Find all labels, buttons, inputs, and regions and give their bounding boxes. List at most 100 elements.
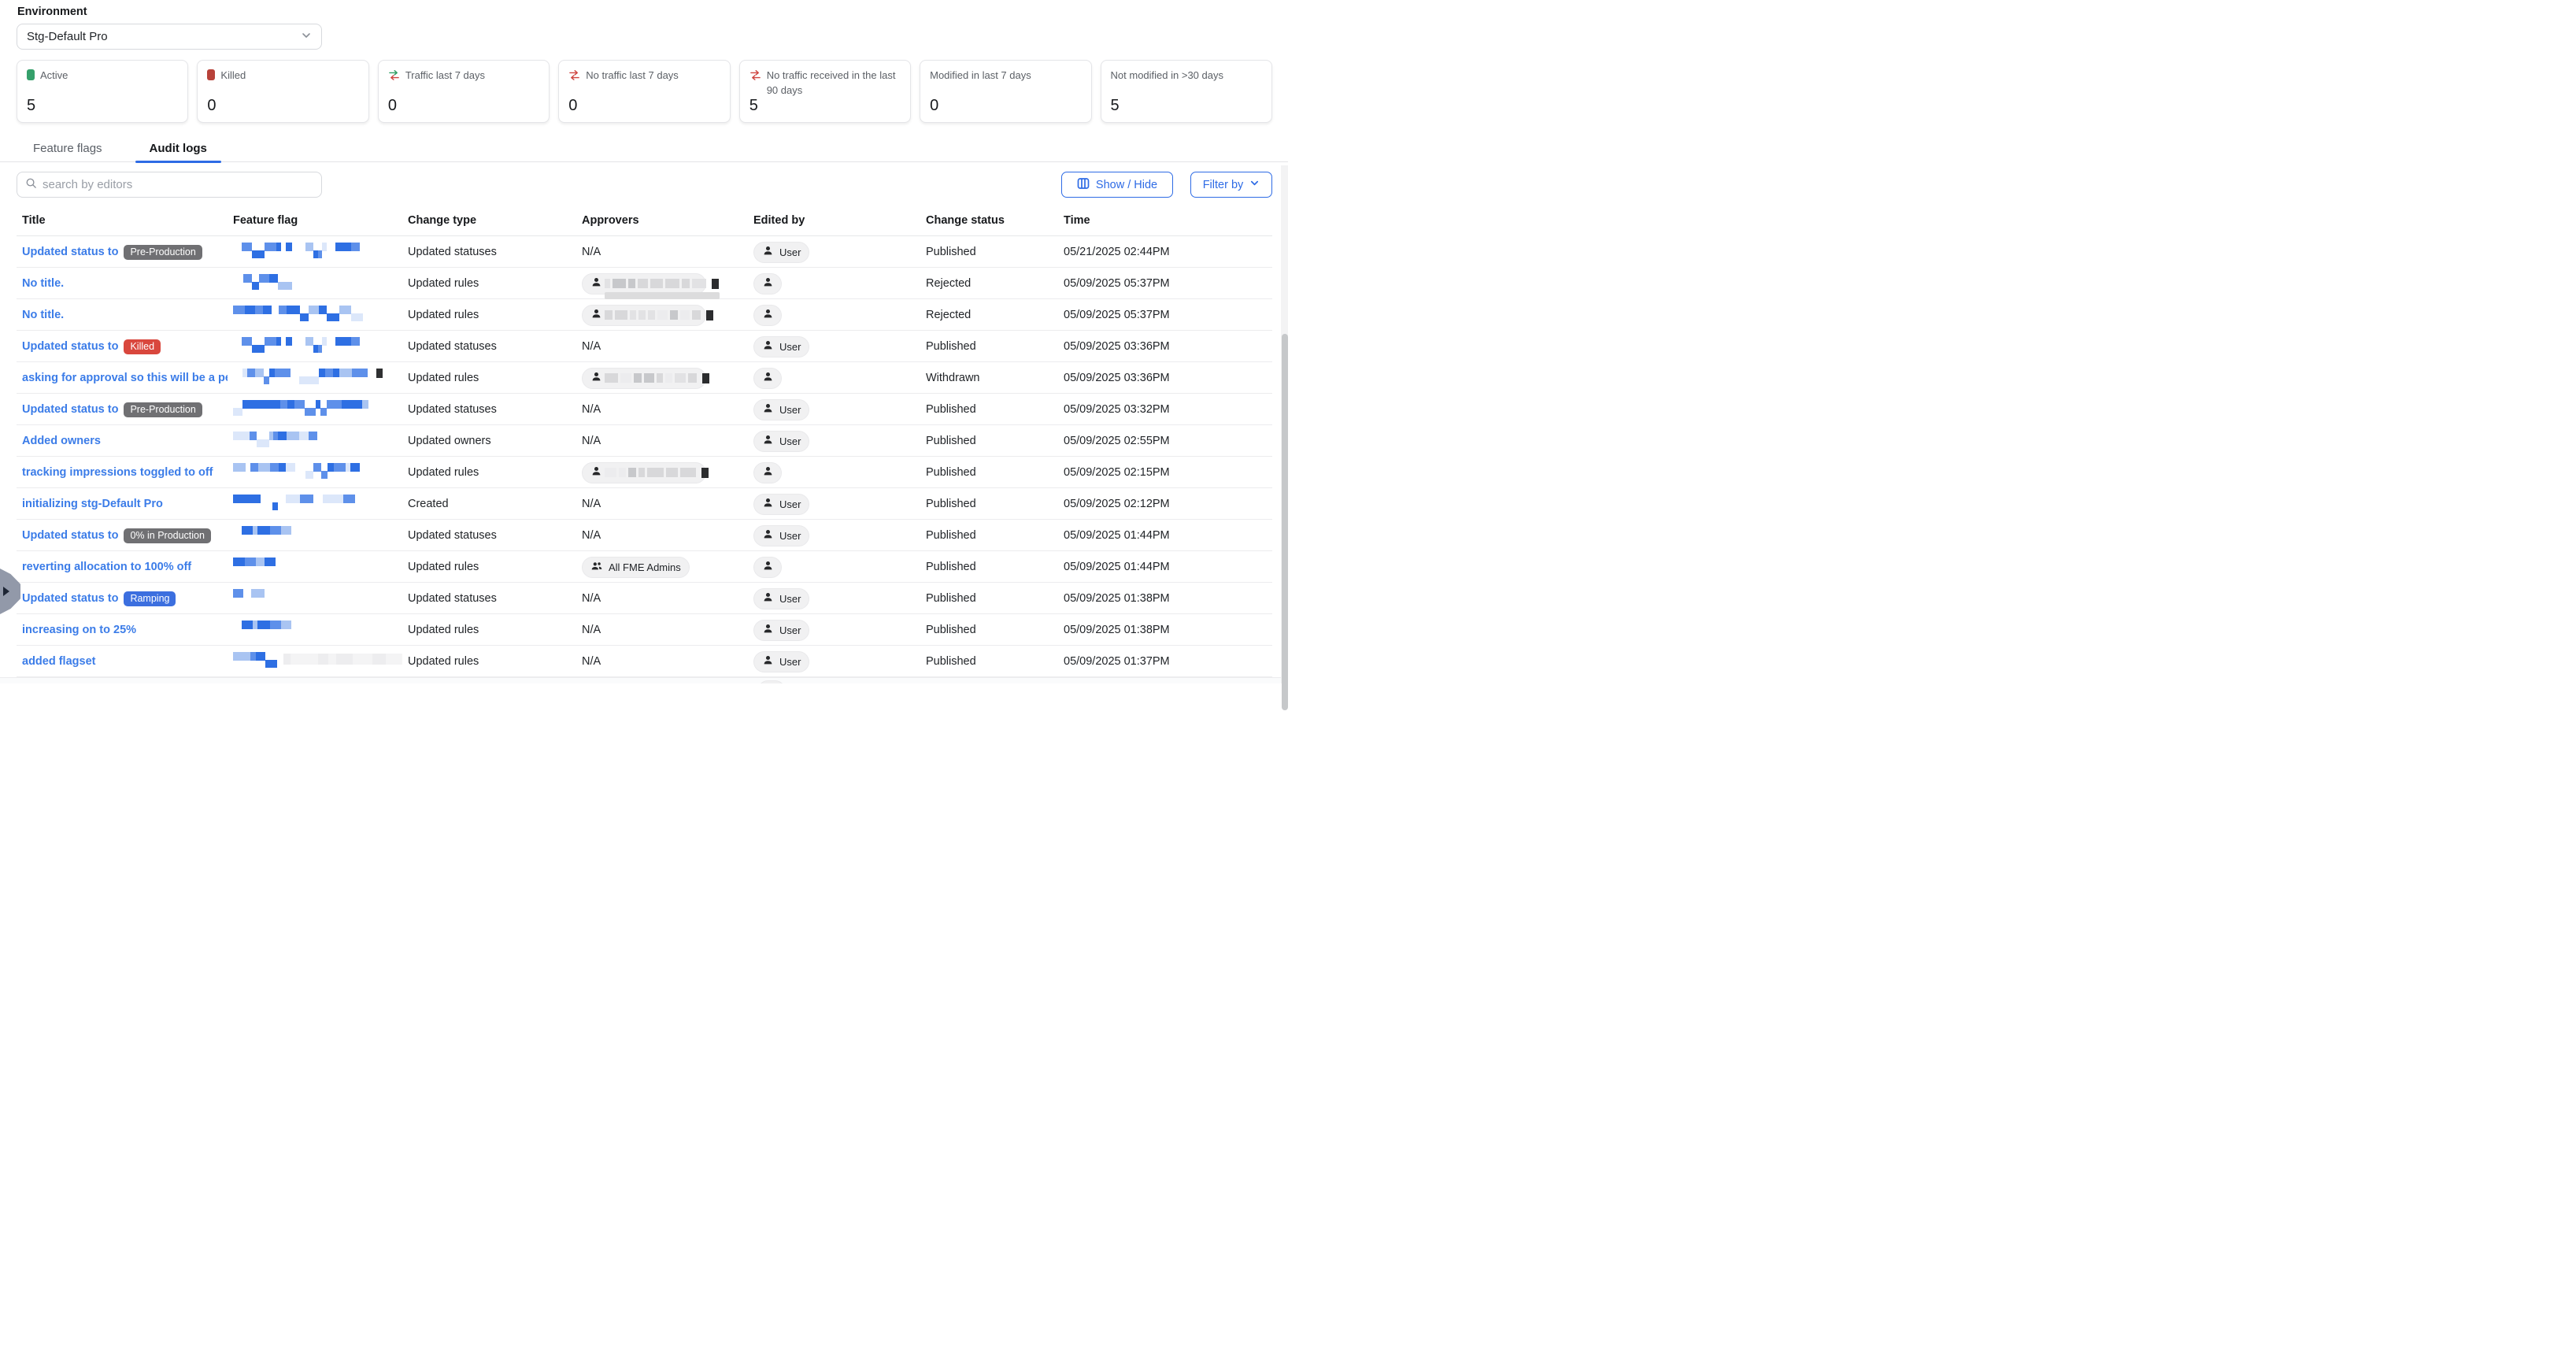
editor-avatar-pill bbox=[753, 368, 782, 389]
partial-next-row bbox=[0, 677, 1288, 684]
search-input[interactable] bbox=[43, 178, 313, 191]
redaction-block-gray bbox=[680, 310, 689, 320]
cell-change-status: Published bbox=[920, 614, 1058, 646]
table-row: increasing on to 25%Updated rulesN/AUser… bbox=[17, 614, 1272, 646]
redaction-block bbox=[264, 376, 269, 384]
redaction-block-gray bbox=[670, 310, 678, 320]
stat-card: Killed0 bbox=[197, 60, 368, 123]
redaction-block bbox=[287, 400, 294, 409]
redaction-block-gray bbox=[619, 468, 626, 477]
redaction-block bbox=[309, 306, 320, 314]
redaction-block bbox=[257, 621, 270, 629]
stat-card-label: Active bbox=[40, 69, 68, 83]
redaction-block bbox=[335, 243, 346, 251]
redaction-block-gray bbox=[692, 279, 706, 288]
feature-flag-redacted bbox=[233, 274, 292, 293]
person-icon bbox=[762, 339, 774, 354]
audit-entry-link[interactable]: reverting allocation to 100% off bbox=[22, 561, 191, 573]
cell-title: reverting allocation to 100% off bbox=[17, 551, 228, 583]
redaction-block-gray bbox=[605, 373, 618, 383]
status-badge: 0% in Production bbox=[124, 528, 211, 543]
approver-redacted-pill bbox=[582, 368, 706, 389]
stat-card-value: 0 bbox=[388, 97, 397, 115]
feature-flag-redacted bbox=[233, 621, 291, 639]
stat-card-label-row: Modified in last 7 days bbox=[930, 69, 1081, 83]
editor-user-pill: User bbox=[753, 525, 809, 546]
redaction-block bbox=[350, 400, 362, 409]
redaction-block bbox=[255, 495, 261, 503]
redaction-block-gray bbox=[647, 468, 664, 477]
redaction-block bbox=[269, 369, 275, 377]
redaction-block bbox=[305, 471, 313, 479]
redaction-block-gray bbox=[688, 373, 696, 383]
redaction-block bbox=[294, 495, 301, 503]
redaction-block bbox=[339, 369, 353, 377]
audit-entry-link[interactable]: initializing stg-Default Pro bbox=[22, 498, 163, 510]
editor-label: User bbox=[779, 341, 801, 353]
toolbar: Show / Hide Filter by bbox=[17, 172, 1272, 198]
audit-entry-link[interactable]: tracking impressions toggled to off bbox=[22, 466, 213, 479]
redaction-block bbox=[352, 369, 360, 377]
person-icon bbox=[762, 560, 774, 574]
cell-feature-flag bbox=[228, 646, 402, 677]
audit-entry-link[interactable]: Updated status to bbox=[22, 592, 118, 605]
no-traffic-arrows-icon bbox=[749, 69, 761, 86]
cell-approvers: N/A bbox=[576, 236, 748, 268]
scrollbar-track[interactable] bbox=[1281, 165, 1288, 684]
cell-title: tracking impressions toggled to off bbox=[17, 457, 228, 488]
redaction-block bbox=[334, 463, 346, 472]
redaction-block bbox=[351, 243, 359, 251]
redaction-block bbox=[256, 652, 265, 661]
redaction-block-gray bbox=[680, 468, 697, 477]
audit-entry-link[interactable]: increasing on to 25% bbox=[22, 624, 136, 636]
editor-user-pill: User bbox=[753, 399, 809, 420]
redaction-block bbox=[323, 495, 332, 503]
redaction-block-dark bbox=[712, 279, 719, 289]
cell-approvers bbox=[576, 268, 748, 299]
scrollbar-thumb[interactable] bbox=[1282, 334, 1288, 710]
redaction-block bbox=[321, 471, 328, 479]
cell-approvers: All FME Admins bbox=[576, 551, 748, 583]
search-box[interactable] bbox=[17, 172, 322, 198]
tab-bar: Feature flags Audit logs bbox=[0, 134, 1288, 162]
redaction-block bbox=[343, 495, 355, 503]
cell-change-status: Published bbox=[920, 646, 1058, 677]
audit-entry-link[interactable]: No title. bbox=[22, 309, 64, 321]
audit-entry-link[interactable]: No title. bbox=[22, 277, 64, 290]
stat-card: Not modified in >30 days5 bbox=[1101, 60, 1272, 123]
editor-user-pill: User bbox=[753, 588, 809, 609]
cell-approvers bbox=[576, 457, 748, 488]
tab-audit-logs[interactable]: Audit logs bbox=[135, 134, 221, 162]
redaction-block bbox=[300, 313, 309, 321]
table-row: No title.Updated rulesRejected05/09/2025… bbox=[17, 299, 1272, 331]
table-body: Updated status toPre-ProductionUpdated s… bbox=[17, 236, 1272, 677]
tab-feature-flags[interactable]: Feature flags bbox=[19, 134, 117, 162]
redaction-block bbox=[351, 313, 363, 321]
approver-redacted-overlay bbox=[605, 292, 720, 299]
audit-entry-link[interactable]: Added owners bbox=[22, 435, 101, 447]
redaction-block-gray bbox=[630, 310, 636, 320]
editor-label: User bbox=[779, 656, 801, 668]
stat-card-label: Traffic last 7 days bbox=[405, 69, 485, 83]
person-icon bbox=[762, 654, 774, 669]
redaction-block-gray bbox=[605, 468, 616, 477]
filter-by-button[interactable]: Filter by bbox=[1190, 172, 1272, 198]
redaction-block bbox=[319, 306, 327, 314]
redaction-block bbox=[342, 400, 350, 409]
cell-change-status: Published bbox=[920, 488, 1058, 520]
cell-change-type: Updated rules bbox=[402, 614, 576, 646]
audit-entry-link[interactable]: Updated status to bbox=[22, 403, 118, 416]
cell-feature-flag bbox=[228, 236, 402, 268]
editor-user-pill: User bbox=[753, 431, 809, 452]
audit-entry-link[interactable]: Updated status to bbox=[22, 529, 118, 542]
redaction-block-gray bbox=[648, 310, 655, 320]
audit-entry-link[interactable]: Updated status to bbox=[22, 340, 118, 353]
redaction-block-dark bbox=[706, 310, 713, 320]
redaction-block bbox=[278, 282, 283, 290]
person-icon bbox=[590, 465, 602, 480]
environment-select[interactable]: Stg-Default Pro bbox=[17, 24, 322, 50]
show-hide-button[interactable]: Show / Hide bbox=[1061, 172, 1173, 198]
audit-entry-link[interactable]: asking for approval so this will be a pe bbox=[22, 372, 228, 384]
audit-entry-link[interactable]: added flagset bbox=[22, 655, 95, 668]
audit-entry-link[interactable]: Updated status to bbox=[22, 246, 118, 258]
